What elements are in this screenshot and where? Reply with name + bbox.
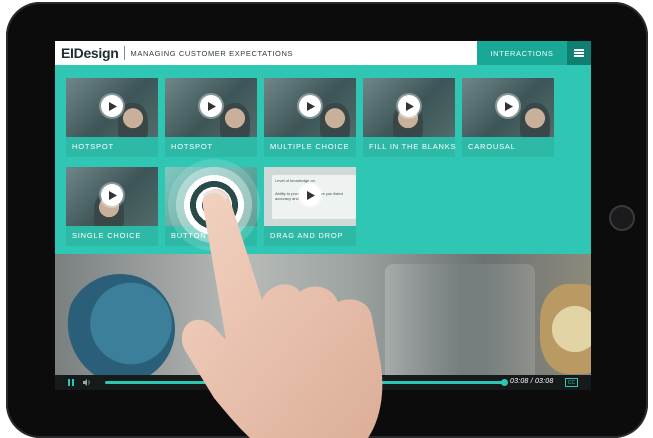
course-screen: EIDesign MANAGING CUSTOMER EXPECTATIONS … <box>55 41 591 390</box>
pause-button[interactable] <box>63 375 79 390</box>
pause-icon <box>68 379 74 386</box>
progress-fill <box>105 381 505 384</box>
tile-carousal[interactable]: CAROUSAL <box>462 78 554 157</box>
person-image <box>520 103 550 137</box>
person-image <box>220 103 250 137</box>
home-button[interactable] <box>609 205 635 231</box>
tile-label: HOTSPOT <box>72 142 114 151</box>
hamburger-menu-icon <box>574 49 584 57</box>
closed-caption-button[interactable]: CC <box>565 378 578 387</box>
brand-logo: EIDesign <box>61 45 119 61</box>
tile-fill-in-the-blanks[interactable]: FILL IN THE BLANKS <box>363 78 457 157</box>
tile-drag-and-drop[interactable]: Level of knowledge on Ability to provide… <box>264 167 356 246</box>
play-icon[interactable] <box>200 95 222 117</box>
person-image <box>320 103 350 137</box>
tile-label: FILL IN THE BLANKS <box>369 142 457 151</box>
top-bar: EIDesign MANAGING CUSTOMER EXPECTATIONS … <box>55 41 591 65</box>
speaker-icon <box>83 379 90 386</box>
mug-image <box>65 274 175 375</box>
progress-bar[interactable] <box>105 379 508 386</box>
interactions-tab[interactable]: INTERACTIONS <box>477 41 567 65</box>
tile-hotspot-1[interactable]: HOTSPOT <box>66 78 158 157</box>
bottle-image <box>385 264 535 375</box>
tile-label: DRAG AND DROP <box>270 231 344 240</box>
course-title: MANAGING CUSTOMER EXPECTATIONS <box>130 48 294 58</box>
video-frame[interactable] <box>55 254 591 375</box>
progress-handle[interactable] <box>501 379 508 386</box>
tile-hotspot-2[interactable]: HOTSPOT <box>165 78 257 157</box>
menu-button[interactable] <box>567 41 591 65</box>
tile-label: CAROUSAL <box>468 142 516 151</box>
tile-multiple-choice[interactable]: MULTIPLE CHOICE <box>264 78 356 157</box>
tile-label: SINGLE CHOICE <box>72 231 142 240</box>
play-icon[interactable] <box>398 95 420 117</box>
tile-label: MULTIPLE CHOICE <box>270 142 350 151</box>
tile-single-choice[interactable]: SINGLE CHOICE <box>66 167 158 246</box>
tap-target-rings-icon <box>168 159 260 251</box>
drag-drop-line: Level of knowledge on <box>275 178 315 183</box>
tile-label: HOTSPOT <box>171 142 213 151</box>
play-icon[interactable] <box>101 184 123 206</box>
play-icon[interactable] <box>299 184 321 206</box>
play-icon[interactable] <box>497 95 519 117</box>
time-display: 03:08 / 03:08 <box>510 378 554 385</box>
video-player-bar: 03:08 / 03:08 CC <box>55 375 591 390</box>
header-divider <box>123 46 125 60</box>
play-icon[interactable] <box>299 95 321 117</box>
play-icon[interactable] <box>101 95 123 117</box>
volume-button[interactable] <box>79 375 95 390</box>
cookie-image <box>540 284 591 374</box>
